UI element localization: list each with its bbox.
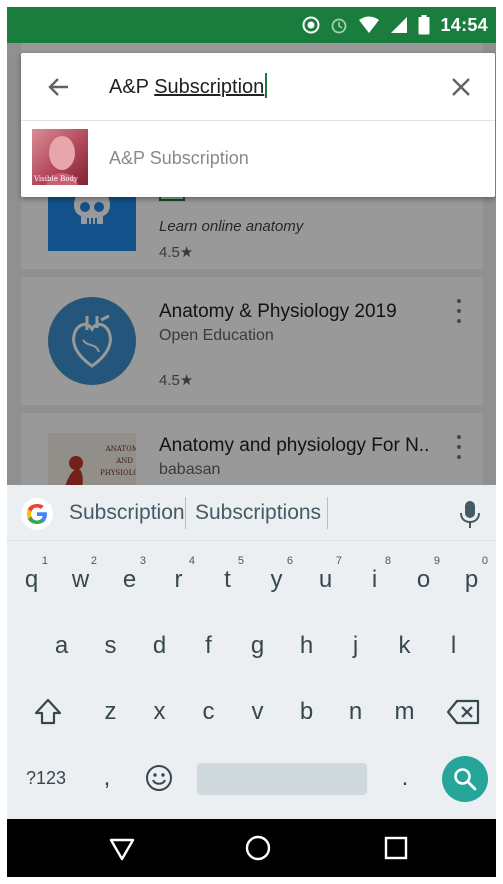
status-time: 14:54	[440, 14, 488, 35]
keyboard-suggestion-bar: Subscription Subscriptions	[7, 485, 496, 541]
close-icon[interactable]	[447, 73, 475, 101]
key-g[interactable]: g	[233, 617, 282, 675]
key-w[interactable]: w2	[56, 551, 105, 609]
key-s[interactable]: s	[86, 617, 135, 675]
search-row: A&P Subscription	[21, 53, 495, 121]
comma-key[interactable]: ,	[87, 749, 127, 807]
text-caret	[265, 73, 268, 98]
key-q[interactable]: q1	[7, 551, 56, 609]
period-key[interactable]: .	[385, 749, 425, 807]
device-screen: 14:54 Learn online anatomy 4.5★ Anatomy …	[7, 7, 496, 877]
word-suggestion[interactable]: Subscriptions	[195, 501, 321, 525]
key-v[interactable]: v	[233, 683, 282, 741]
google-g-icon[interactable]	[21, 498, 53, 530]
key-j[interactable]: j	[331, 617, 380, 675]
key-hint: 5	[237, 555, 244, 567]
key-o[interactable]: o9	[399, 551, 448, 609]
signal-icon	[390, 16, 408, 34]
soft-keyboard: Subscription Subscriptions q1 w2 e3 r4 t…	[7, 485, 496, 819]
key-hint: 7	[335, 555, 342, 567]
key-e[interactable]: e3	[105, 551, 154, 609]
battery-icon	[418, 15, 430, 35]
sync-icon	[302, 16, 320, 34]
nav-recents-icon[interactable]	[381, 833, 411, 863]
key-u[interactable]: u7	[301, 551, 350, 609]
key-hint: 3	[139, 555, 146, 567]
suggestion-divider	[185, 497, 186, 529]
backspace-icon[interactable]	[439, 683, 488, 741]
alarm-icon	[330, 16, 348, 34]
suggestion-divider	[327, 497, 328, 529]
key-b[interactable]: b	[282, 683, 331, 741]
key-a[interactable]: a	[37, 617, 86, 675]
key-f[interactable]: f	[184, 617, 233, 675]
suggestion-thumbnail: Visible Body	[32, 129, 88, 185]
search-input[interactable]: A&P Subscription	[109, 73, 268, 99]
search-icon	[454, 768, 477, 791]
key-k[interactable]: k	[380, 617, 429, 675]
arrow-back-icon[interactable]	[43, 71, 75, 103]
query-composing: Subscription	[154, 76, 265, 98]
key-hint: 2	[90, 555, 97, 567]
search-suggestion[interactable]: Visible Body A&P Subscription	[21, 121, 495, 197]
key-hint: 8	[384, 555, 391, 567]
thumbnail-caption: Visible Body	[34, 175, 78, 183]
search-panel: A&P Subscription Visible Body A&P Subscr…	[21, 53, 495, 197]
shift-icon[interactable]	[23, 683, 72, 741]
nav-home-icon[interactable]	[243, 833, 273, 863]
emoji-icon[interactable]	[135, 749, 183, 807]
key-hint: 6	[286, 555, 293, 567]
key-c[interactable]: c	[184, 683, 233, 741]
key-p[interactable]: p0	[447, 551, 496, 609]
key-hint: 4	[188, 555, 195, 567]
nav-back-icon[interactable]	[107, 833, 137, 863]
word-suggestion[interactable]: Subscription	[69, 501, 185, 525]
key-z[interactable]: z	[86, 683, 135, 741]
key-m[interactable]: m	[380, 683, 429, 741]
key-l[interactable]: l	[429, 617, 478, 675]
key-hint: 0	[481, 555, 488, 567]
key-n[interactable]: n	[331, 683, 380, 741]
key-r[interactable]: r4	[154, 551, 203, 609]
key-i[interactable]: i8	[350, 551, 399, 609]
key-h[interactable]: h	[282, 617, 331, 675]
search-key[interactable]	[442, 756, 488, 802]
space-bar[interactable]	[197, 763, 367, 795]
key-hint: 1	[41, 555, 48, 567]
wifi-icon	[358, 16, 380, 34]
symbols-key[interactable]: ?123	[15, 749, 77, 807]
key-t[interactable]: t5	[203, 551, 252, 609]
key-y[interactable]: y6	[252, 551, 301, 609]
query-prefix: A&P	[109, 76, 155, 98]
status-bar: 14:54	[7, 7, 496, 43]
key-hint: 9	[433, 555, 440, 567]
microphone-icon[interactable]	[458, 499, 482, 529]
navigation-bar	[7, 819, 496, 877]
key-d[interactable]: d	[135, 617, 184, 675]
key-x[interactable]: x	[135, 683, 184, 741]
suggestion-label: A&P Subscription	[109, 148, 249, 168]
